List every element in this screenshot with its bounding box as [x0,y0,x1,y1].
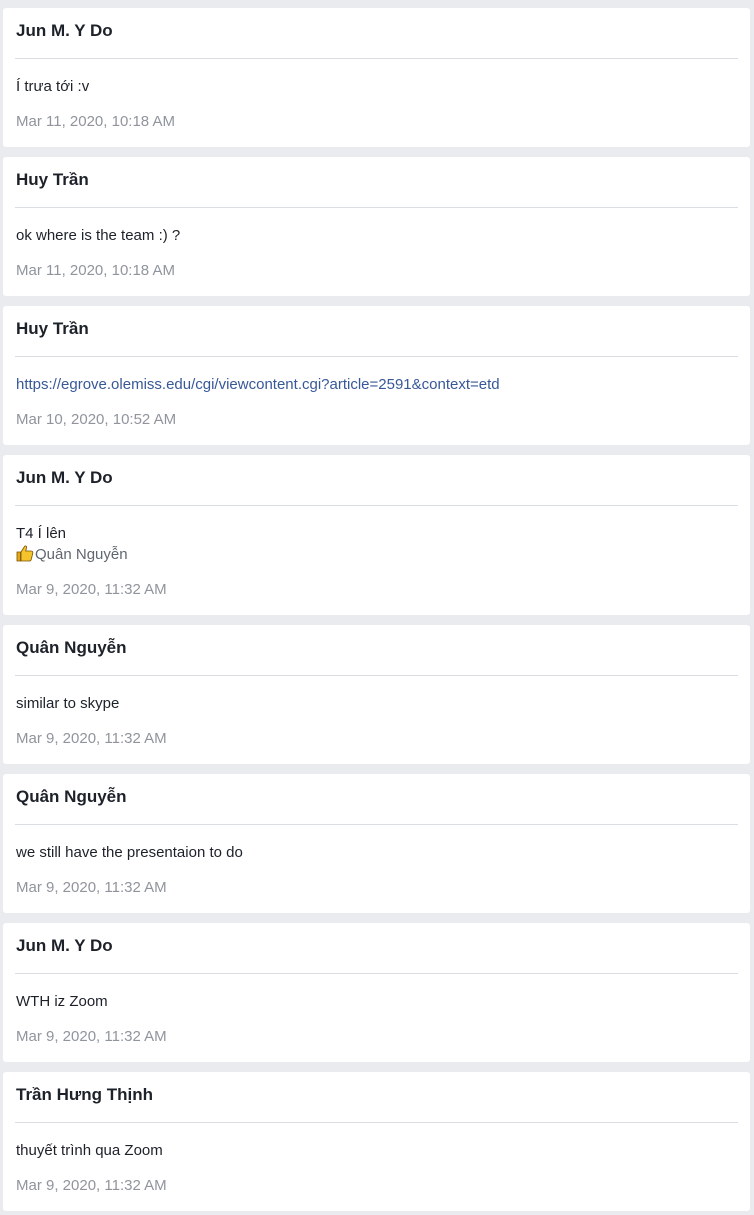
message-body: T4 Í lên Quân Nguyễn [16,523,128,565]
timestamp[interactable]: Mar 9, 2020, 11:32 AM [16,581,167,598]
author-name[interactable]: Jun M. Y Do [16,21,113,41]
message-text: WTH iz Zoom [16,993,108,1010]
timestamp[interactable]: Mar 9, 2020, 11:32 AM [16,1177,167,1194]
message-body: https://egrove.olemiss.edu/cgi/viewconte… [16,374,500,395]
message-card: Jun M. Y Do T4 Í lên Quân Nguyễn Mar 9, … [3,455,750,615]
author-name[interactable]: Quân Nguyễn [16,638,127,658]
timestamp[interactable]: Mar 9, 2020, 11:32 AM [16,730,167,747]
thumbs-up-icon [16,545,34,562]
author-name[interactable]: Huy Trần [16,170,89,190]
message-text: ok where is the team :) ? [16,227,181,244]
author-name[interactable]: Trần Hưng Thịnh [16,1085,153,1105]
divider [15,505,738,506]
message-card: Huy Trần ok where is the team :) ? Mar 1… [3,157,750,296]
message-card: Quân Nguyễn we still have the presentaio… [3,774,750,913]
message-text: similar to skype [16,695,120,712]
divider [15,58,738,59]
timestamp[interactable]: Mar 9, 2020, 11:32 AM [16,1028,167,1045]
message-link[interactable]: https://egrove.olemiss.edu/cgi/viewconte… [16,376,500,393]
reaction[interactable]: Quân Nguyễn [16,544,128,565]
message-text: we still have the presentaion to do [16,844,243,861]
message-feed: Jun M. Y Do Í trưa tới :v Mar 11, 2020, … [3,8,750,1215]
author-name[interactable]: Jun M. Y Do [16,936,113,956]
author-name[interactable]: Quân Nguyễn [16,787,127,807]
timestamp[interactable]: Mar 10, 2020, 10:52 AM [16,411,176,428]
divider [15,824,738,825]
divider [15,1122,738,1123]
message-text: Í trưa tới :v [16,78,90,95]
message-card: Quân Nguyễn similar to skype Mar 9, 2020… [3,625,750,764]
message-card: Trần Hưng Thịnh thuyết trình qua Zoom Ma… [3,1072,750,1211]
divider [15,675,738,676]
message-text: thuyết trình qua Zoom [16,1142,163,1159]
message-text: T4 Í lên [16,525,67,542]
timestamp[interactable]: Mar 9, 2020, 11:32 AM [16,879,167,896]
author-name[interactable]: Huy Trần [16,319,89,339]
divider [15,356,738,357]
author-name[interactable]: Jun M. Y Do [16,468,113,488]
divider [15,973,738,974]
timestamp[interactable]: Mar 11, 2020, 10:18 AM [16,262,175,279]
timestamp[interactable]: Mar 11, 2020, 10:18 AM [16,113,175,130]
divider [15,207,738,208]
message-card: Huy Trần https://egrove.olemiss.edu/cgi/… [3,306,750,445]
message-card: Jun M. Y Do Í trưa tới :v Mar 11, 2020, … [3,8,750,147]
message-card: Jun M. Y Do WTH iz Zoom Mar 9, 2020, 11:… [3,923,750,1062]
reaction-user: Quân Nguyễn [35,546,128,563]
